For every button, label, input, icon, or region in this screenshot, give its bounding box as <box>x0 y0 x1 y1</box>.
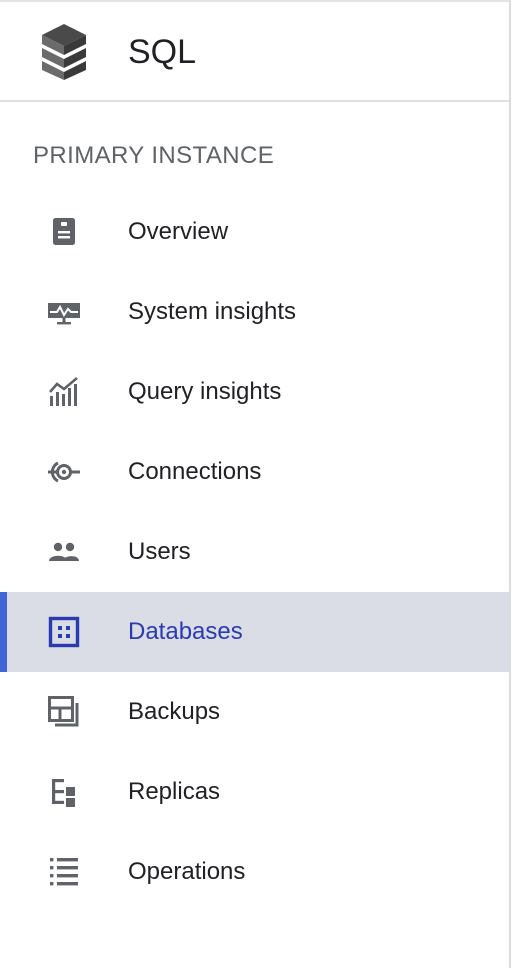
sidebar-item-label: Query insights <box>128 378 282 405</box>
sidebar-item-label: Replicas <box>128 778 221 805</box>
sidebar-item-users[interactable]: Users <box>0 512 509 592</box>
replica-icon <box>46 774 82 810</box>
sidebar-item-overview[interactable]: Overview <box>0 192 509 272</box>
sidebar-item-label: Connections <box>128 458 262 485</box>
backup-icon <box>46 694 82 730</box>
list-icon <box>46 854 82 890</box>
sidebar-item-label: Overview <box>128 218 229 245</box>
navigation-panel: SQL PRIMARY INSTANCE Overview System ins… <box>0 0 511 968</box>
sidebar-item-label: Operations <box>128 858 246 885</box>
sidebar-item-label: System insights <box>128 298 297 325</box>
database-grid-icon <box>46 614 82 650</box>
panel-header: SQL <box>0 2 509 102</box>
sidebar-item-system-insights[interactable]: System insights <box>0 272 509 352</box>
sidebar-item-backups[interactable]: Backups <box>0 672 509 752</box>
sidebar-item-replicas[interactable]: Replicas <box>0 752 509 832</box>
overview-icon <box>46 214 82 250</box>
sidebar-item-label: Databases <box>128 618 243 645</box>
users-icon <box>46 534 82 570</box>
sidebar-nav: Overview System insights Query insights … <box>0 192 509 912</box>
monitor-icon <box>46 294 82 330</box>
sidebar-item-databases[interactable]: Databases <box>0 592 509 672</box>
sidebar-item-query-insights[interactable]: Query insights <box>0 352 509 432</box>
sidebar-item-operations[interactable]: Operations <box>0 832 509 912</box>
sidebar-item-label: Backups <box>128 698 221 725</box>
section-label-primary-instance: PRIMARY INSTANCE <box>33 142 275 169</box>
sidebar-item-label: Users <box>128 538 191 565</box>
sql-stack-icon <box>38 22 90 82</box>
page-title: SQL <box>128 33 197 71</box>
chart-icon <box>46 374 82 410</box>
sidebar-item-connections[interactable]: Connections <box>0 432 509 512</box>
connection-icon <box>46 454 82 490</box>
